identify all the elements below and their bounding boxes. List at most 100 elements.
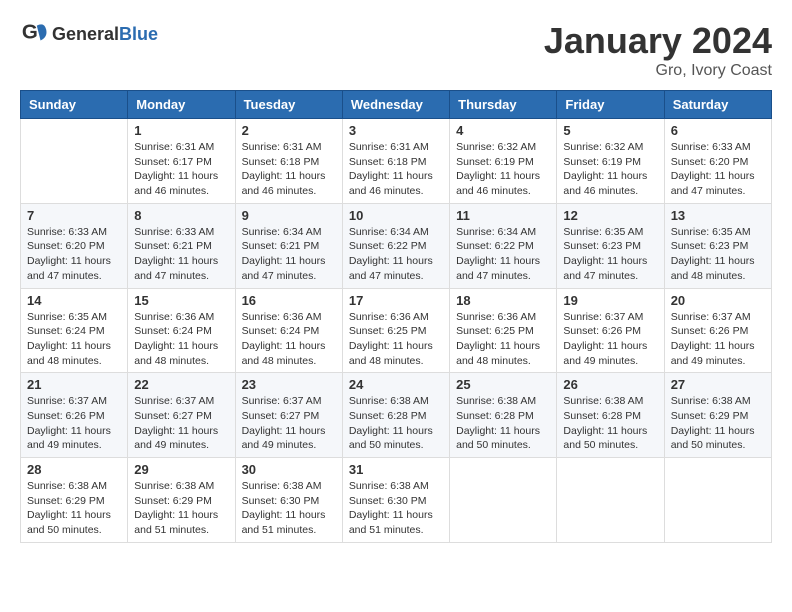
day-info: Sunrise: 6:36 AMSunset: 6:24 PMDaylight:… (134, 310, 228, 369)
table-row (664, 458, 771, 543)
day-number: 15 (134, 293, 228, 308)
day-info: Sunrise: 6:36 AMSunset: 6:25 PMDaylight:… (349, 310, 443, 369)
table-row: 28Sunrise: 6:38 AMSunset: 6:29 PMDayligh… (21, 458, 128, 543)
day-number: 27 (671, 377, 765, 392)
table-row: 4 Sunrise: 6:32 AMSunset: 6:19 PMDaylight… (450, 119, 557, 204)
day-number: 6 (671, 123, 765, 138)
header-thursday: Thursday (450, 91, 557, 119)
day-number: 3 (349, 123, 443, 138)
table-row: 23 Sunrise: 6:37 AMSunset: 6:27 PMDayligh… (235, 373, 342, 458)
calendar-week-row: 21Sunrise: 6:37 AMSunset: 6:26 PMDayligh… (21, 373, 772, 458)
day-info: Sunrise: 6:33 AMSunset: 6:20 PMDaylight:… (27, 225, 121, 284)
day-info: Sunrise: 6:34 AMSunset: 6:21 PMDaylight:… (242, 225, 336, 284)
day-number: 21 (27, 377, 121, 392)
day-info: Sunrise: 6:32 AMSunset: 6:19 PMDaylight:… (563, 140, 657, 199)
day-info: Sunrise: 6:38 AMSunset: 6:29 PMDaylight:… (27, 479, 121, 538)
day-info: Sunrise: 6:37 AMSunset: 6:26 PMDaylight:… (671, 310, 765, 369)
day-info: Sunrise: 6:38 AMSunset: 6:28 PMDaylight:… (456, 394, 550, 453)
day-number: 9 (242, 208, 336, 223)
table-row: 6 Sunrise: 6:33 AMSunset: 6:20 PMDaylight… (664, 119, 771, 204)
day-info: Sunrise: 6:38 AMSunset: 6:29 PMDaylight:… (134, 479, 228, 538)
table-row: 3 Sunrise: 6:31 AMSunset: 6:18 PMDaylight… (342, 119, 449, 204)
day-number: 19 (563, 293, 657, 308)
day-number: 8 (134, 208, 228, 223)
table-row: 9 Sunrise: 6:34 AMSunset: 6:21 PMDaylight… (235, 203, 342, 288)
day-info: Sunrise: 6:33 AMSunset: 6:21 PMDaylight:… (134, 225, 228, 284)
table-row: 25 Sunrise: 6:38 AMSunset: 6:28 PMDayligh… (450, 373, 557, 458)
table-row (21, 119, 128, 204)
table-row: 14Sunrise: 6:35 AMSunset: 6:24 PMDayligh… (21, 288, 128, 373)
day-info: Sunrise: 6:38 AMSunset: 6:28 PMDaylight:… (349, 394, 443, 453)
day-number: 16 (242, 293, 336, 308)
table-row: 26Sunrise: 6:38 AMSunset: 6:28 PMDayligh… (557, 373, 664, 458)
header-friday: Friday (557, 91, 664, 119)
logo-icon: G (20, 20, 48, 48)
day-number: 2 (242, 123, 336, 138)
day-info: Sunrise: 6:31 AMSunset: 6:17 PMDaylight:… (134, 140, 228, 199)
table-row: 10 Sunrise: 6:34 AMSunset: 6:22 PMDayligh… (342, 203, 449, 288)
day-info: Sunrise: 6:31 AMSunset: 6:18 PMDaylight:… (349, 140, 443, 199)
day-number: 25 (456, 377, 550, 392)
month-title: January 2024 (544, 20, 772, 62)
day-number: 17 (349, 293, 443, 308)
calendar-week-row: 1Sunrise: 6:31 AMSunset: 6:17 PMDaylight… (21, 119, 772, 204)
title-block: January 2024 Gro, Ivory Coast (544, 20, 772, 80)
day-info: Sunrise: 6:37 AMSunset: 6:26 PMDaylight:… (563, 310, 657, 369)
calendar-header-row: Sunday Monday Tuesday Wednesday Thursday… (21, 91, 772, 119)
calendar-table: Sunday Monday Tuesday Wednesday Thursday… (20, 90, 772, 543)
day-info: Sunrise: 6:33 AMSunset: 6:20 PMDaylight:… (671, 140, 765, 199)
table-row: 21Sunrise: 6:37 AMSunset: 6:26 PMDayligh… (21, 373, 128, 458)
day-info: Sunrise: 6:31 AMSunset: 6:18 PMDaylight:… (242, 140, 336, 199)
day-number: 31 (349, 462, 443, 477)
day-info: Sunrise: 6:38 AMSunset: 6:30 PMDaylight:… (242, 479, 336, 538)
day-info: Sunrise: 6:32 AMSunset: 6:19 PMDaylight:… (456, 140, 550, 199)
location-title: Gro, Ivory Coast (544, 62, 772, 80)
table-row: 17 Sunrise: 6:36 AMSunset: 6:25 PMDayligh… (342, 288, 449, 373)
day-info: Sunrise: 6:38 AMSunset: 6:28 PMDaylight:… (563, 394, 657, 453)
table-row: 31 Sunrise: 6:38 AMSunset: 6:30 PMDayligh… (342, 458, 449, 543)
table-row: 12 Sunrise: 6:35 AMSunset: 6:23 PMDayligh… (557, 203, 664, 288)
day-info: Sunrise: 6:35 AMSunset: 6:23 PMDaylight:… (671, 225, 765, 284)
header-sunday: Sunday (21, 91, 128, 119)
day-number: 30 (242, 462, 336, 477)
table-row: 29 Sunrise: 6:38 AMSunset: 6:29 PMDayligh… (128, 458, 235, 543)
day-number: 22 (134, 377, 228, 392)
day-info: Sunrise: 6:34 AMSunset: 6:22 PMDaylight:… (349, 225, 443, 284)
day-number: 29 (134, 462, 228, 477)
logo: G GeneralBlue (20, 20, 158, 48)
header-tuesday: Tuesday (235, 91, 342, 119)
page-header: G GeneralBlue January 2024 Gro, Ivory Co… (20, 20, 772, 80)
day-number: 12 (563, 208, 657, 223)
header-wednesday: Wednesday (342, 91, 449, 119)
day-number: 20 (671, 293, 765, 308)
day-number: 7 (27, 208, 121, 223)
day-info: Sunrise: 6:35 AMSunset: 6:24 PMDaylight:… (27, 310, 121, 369)
svg-text:G: G (22, 21, 38, 44)
table-row: 13 Sunrise: 6:35 AMSunset: 6:23 PMDayligh… (664, 203, 771, 288)
table-row: 8 Sunrise: 6:33 AMSunset: 6:21 PMDaylight… (128, 203, 235, 288)
day-number: 24 (349, 377, 443, 392)
calendar-week-row: 28Sunrise: 6:38 AMSunset: 6:29 PMDayligh… (21, 458, 772, 543)
table-row: 18Sunrise: 6:36 AMSunset: 6:25 PMDayligh… (450, 288, 557, 373)
table-row: 15 Sunrise: 6:36 AMSunset: 6:24 PMDayligh… (128, 288, 235, 373)
day-info: Sunrise: 6:35 AMSunset: 6:23 PMDaylight:… (563, 225, 657, 284)
table-row: 7 Sunrise: 6:33 AMSunset: 6:20 PMDaylight… (21, 203, 128, 288)
table-row: 27 Sunrise: 6:38 AMSunset: 6:29 PMDayligh… (664, 373, 771, 458)
day-number: 11 (456, 208, 550, 223)
day-number: 4 (456, 123, 550, 138)
day-number: 10 (349, 208, 443, 223)
day-info: Sunrise: 6:37 AMSunset: 6:27 PMDaylight:… (242, 394, 336, 453)
table-row: 20 Sunrise: 6:37 AMSunset: 6:26 PMDayligh… (664, 288, 771, 373)
calendar-week-row: 7 Sunrise: 6:33 AMSunset: 6:20 PMDaylight… (21, 203, 772, 288)
day-info: Sunrise: 6:36 AMSunset: 6:24 PMDaylight:… (242, 310, 336, 369)
day-number: 5 (563, 123, 657, 138)
day-number: 23 (242, 377, 336, 392)
table-row (557, 458, 664, 543)
table-row: 1Sunrise: 6:31 AMSunset: 6:17 PMDaylight… (128, 119, 235, 204)
day-info: Sunrise: 6:38 AMSunset: 6:30 PMDaylight:… (349, 479, 443, 538)
day-number: 13 (671, 208, 765, 223)
day-info: Sunrise: 6:34 AMSunset: 6:22 PMDaylight:… (456, 225, 550, 284)
logo-blue: Blue (119, 24, 158, 44)
day-info: Sunrise: 6:38 AMSunset: 6:29 PMDaylight:… (671, 394, 765, 453)
table-row: 11 Sunrise: 6:34 AMSunset: 6:22 PMDayligh… (450, 203, 557, 288)
